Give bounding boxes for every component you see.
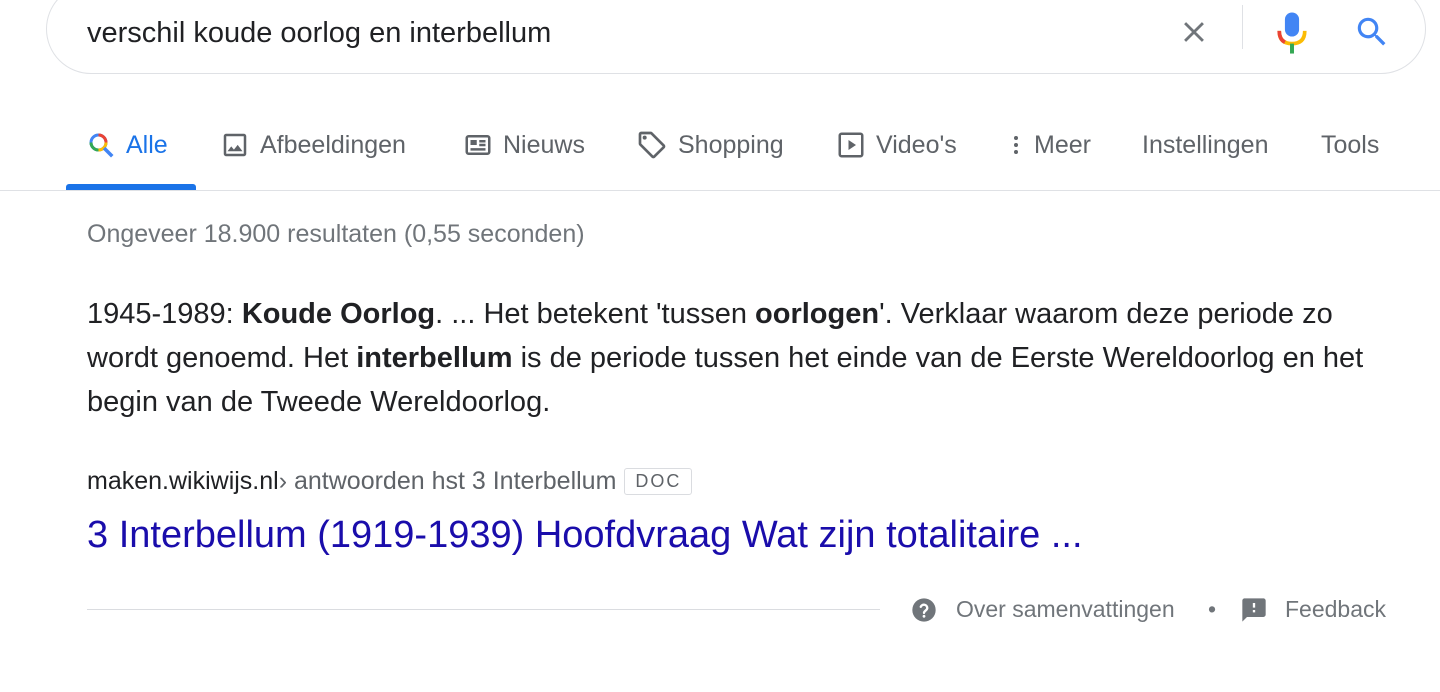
search-bar-divider xyxy=(1242,5,1243,49)
help-icon[interactable] xyxy=(910,596,938,624)
search-bar xyxy=(46,0,1426,74)
clear-search-button[interactable] xyxy=(1177,15,1211,49)
snippet-bold: Koude Oorlog xyxy=(241,298,436,330)
search-icon xyxy=(1357,17,1386,46)
tools-link[interactable]: Tools xyxy=(1321,118,1379,172)
tab-more[interactable]: Meer xyxy=(1004,118,1091,172)
snippet-bold: oorlogen xyxy=(755,298,880,330)
play-icon xyxy=(838,132,864,158)
tab-label: Afbeeldingen xyxy=(260,130,406,159)
tab-all[interactable]: Alle xyxy=(86,118,168,172)
tab-images[interactable]: Afbeeldingen xyxy=(220,118,406,172)
search-input[interactable] xyxy=(87,13,1087,53)
tab-label: Shopping xyxy=(678,130,784,159)
file-type-badge: DOC xyxy=(624,468,693,495)
voice-search-button[interactable] xyxy=(1275,11,1309,55)
tab-label: Meer xyxy=(1034,130,1091,159)
result-stats: Ongeveer 18.900 resultaten (0,55 seconde… xyxy=(87,220,585,248)
tab-label: Nieuws xyxy=(503,130,585,159)
result-domain: maken.wikiwijs.nl xyxy=(87,467,279,495)
more-vert-icon xyxy=(1014,136,1018,154)
feedback-icon[interactable] xyxy=(1240,596,1268,624)
tag-icon xyxy=(638,131,666,159)
image-icon xyxy=(223,133,247,157)
tab-label: Video's xyxy=(876,130,957,159)
tab-videos[interactable]: Video's xyxy=(836,118,957,172)
search-button[interactable] xyxy=(1353,13,1391,51)
close-icon xyxy=(1184,22,1204,42)
tab-label: Alle xyxy=(126,130,168,159)
tab-shopping[interactable]: Shopping xyxy=(636,118,784,172)
result-breadcrumb: › antwoorden hst 3 Interbellum xyxy=(278,467,617,495)
search-tabs: Alle Afbeeldingen Nieuws Shopping Video'… xyxy=(0,118,1440,190)
result-title-link[interactable]: 3 Interbellum (1919-1939) Hoofdvraag Wat… xyxy=(87,514,1083,557)
snippet-bold: interbellum xyxy=(356,342,513,374)
news-icon xyxy=(465,135,491,155)
feedback-link[interactable]: Feedback xyxy=(1285,596,1386,623)
snippet-part: . ... Het betekent 'tussen xyxy=(435,298,756,330)
footer-divider xyxy=(87,609,880,610)
settings-link[interactable]: Instellingen xyxy=(1142,118,1268,172)
microphone-icon xyxy=(1277,12,1307,54)
tabs-divider xyxy=(0,190,1440,191)
featured-snippet-text: 1945-1989: Koude Oorlog. ... Het beteken… xyxy=(87,292,1387,424)
tab-news[interactable]: Nieuws xyxy=(463,118,585,172)
search-icon xyxy=(89,133,114,158)
footer-separator: • xyxy=(1208,596,1217,622)
about-snippets-link[interactable]: Over samenvattingen xyxy=(956,596,1175,623)
snippet-part: 1945-1989: xyxy=(87,298,242,330)
result-source[interactable]: maken.wikiwijs.nl › antwoorden hst 3 Int… xyxy=(87,467,693,496)
